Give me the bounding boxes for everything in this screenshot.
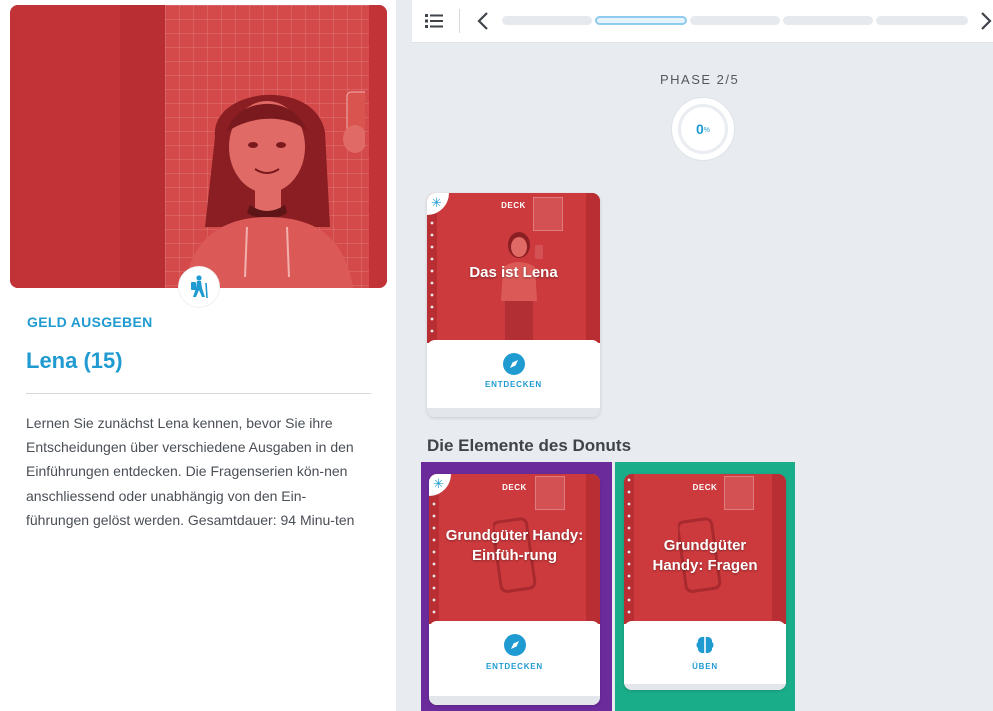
- chevron-right-icon[interactable]: [977, 10, 993, 32]
- deck-card-handy-einfuehrung[interactable]: ✳ DECK Grundgüter Handy: Einfüh-rung ENT…: [429, 474, 600, 705]
- separator: [459, 9, 460, 33]
- phase-segment-3[interactable]: [690, 16, 780, 25]
- phase-segment-2[interactable]: [595, 16, 687, 25]
- compass-icon: [502, 353, 525, 375]
- card-title: Das ist Lena: [469, 264, 558, 281]
- deck-card-handy-fragen[interactable]: DECK Grundgüter Handy: Fragen ÜBEN: [624, 474, 786, 690]
- phase-label: PHASE 2/5: [660, 72, 740, 87]
- lena-illustration: [185, 91, 365, 288]
- divider: [26, 393, 371, 394]
- compass-icon: [503, 634, 526, 656]
- info-panel: GELD AUSGEBEN Lena (15) Lernen Sie zunäc…: [0, 0, 396, 711]
- card-action[interactable]: ÜBEN: [624, 662, 786, 671]
- progress-value: 0: [695, 121, 704, 137]
- card-action[interactable]: ENTDECKEN: [427, 380, 600, 389]
- description-text: Lernen Sie zunächst Lena kennen, bevor S…: [26, 415, 355, 528]
- lena-figure: [501, 232, 543, 343]
- category-label: GELD AUSGEBEN: [27, 314, 153, 330]
- card-title: Grundgüter Handy: Fragen: [652, 537, 758, 574]
- deck-label: DECK: [501, 201, 526, 210]
- card-action[interactable]: ENTDECKEN: [429, 662, 600, 671]
- card-title: Grundgüter Handy: Einfüh-rung: [445, 527, 584, 564]
- brain-icon: [694, 634, 716, 656]
- page-title: Lena (15): [26, 348, 123, 373]
- deck-card-das-ist-lena[interactable]: ✳ DECK Das ist Lena ENTDECKEN: [427, 193, 600, 417]
- phase-navigation-bar: [412, 0, 993, 43]
- hero-image: [10, 5, 387, 288]
- phase-segment-4[interactable]: [783, 16, 873, 25]
- deck-label: DECK: [692, 483, 718, 492]
- list-icon[interactable]: [424, 11, 444, 31]
- deck-label: DECK: [502, 483, 527, 492]
- phase-segment-1[interactable]: [502, 16, 592, 25]
- progress-ring: 0 %: [671, 97, 735, 161]
- chevron-left-icon[interactable]: [474, 10, 494, 32]
- hiker-icon: [191, 275, 208, 299]
- section-title: Die Elemente des Donuts: [427, 436, 632, 455]
- activity-badge: [179, 267, 219, 307]
- progress-unit: %: [703, 127, 711, 134]
- phase-segment-5[interactable]: [876, 16, 968, 25]
